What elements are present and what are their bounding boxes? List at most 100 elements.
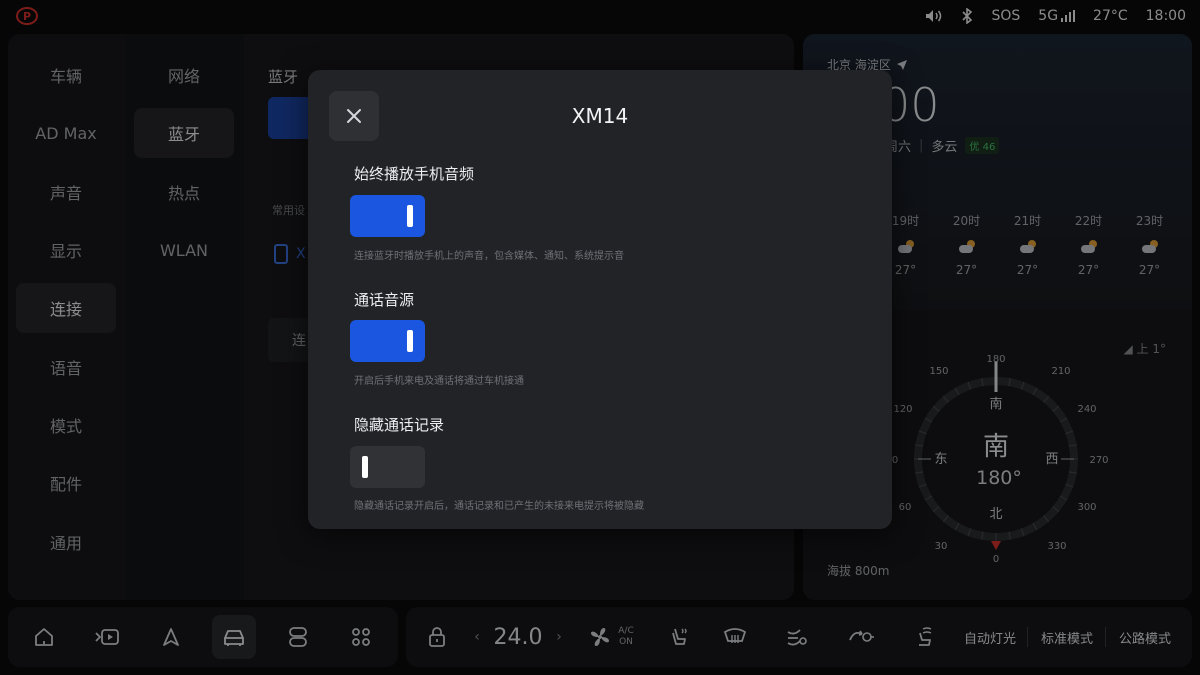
hourly-forecast: 19时 27° 20时 27° 21时 27° 22时 27° 23时 27° [875, 212, 1192, 277]
car-icon [224, 630, 244, 646]
seat-heat-icon [672, 628, 687, 645]
seat-vent-button[interactable] [908, 607, 938, 667]
compass-direction: 南 [983, 432, 1009, 462]
settings-nav: 车辆 AD Max 声音 显示 连接 语音 模式 配件 通用 [8, 34, 126, 600]
vehicle-button[interactable] [212, 615, 256, 659]
recirculation-icon [849, 630, 874, 642]
status-bar: P SOS 5G 27°C 18:00 [0, 0, 1200, 32]
compass-tick-label: 180 [986, 354, 1005, 365]
compass-tick-label: 150 [929, 366, 948, 377]
seat-vent-icon [919, 627, 932, 646]
navigation-button[interactable] [149, 615, 193, 659]
ac-label: A/C [618, 626, 634, 636]
apps-grid-icon [352, 628, 370, 646]
hour-forecast: 21时 27° [1013, 214, 1042, 277]
climate-bar: ‹ 24.0 › A/C ON 自动灯光 标准模式 公路模式 [406, 607, 1192, 667]
subnav-item-wlan[interactable]: WLAN [134, 225, 234, 275]
hide-call-history-toggle[interactable] [350, 446, 425, 488]
compass-tick-label: 0 [892, 455, 898, 466]
media-button[interactable] [85, 615, 129, 659]
road-mode-button[interactable]: 公路模式 [1112, 607, 1178, 667]
nav-item-ad-max[interactable]: AD Max [16, 108, 116, 158]
partly-cloudy-icon [1141, 240, 1158, 253]
partly-cloudy-icon [1019, 240, 1036, 253]
lock-icon [429, 627, 445, 647]
temp-increase-button[interactable]: › [552, 607, 566, 667]
airflow-mode-button[interactable] [782, 607, 812, 667]
media-icon [95, 629, 119, 645]
compass-tick-label: 300 [1077, 502, 1096, 513]
setting-description: 隐藏通话记录开启后，通话记录和已产生的未接来电提示将被隐藏 [354, 501, 644, 512]
divider [1105, 627, 1106, 647]
network-label: 5G [1038, 8, 1059, 24]
volume-icon[interactable] [925, 9, 943, 23]
clock: 18:00 [1145, 8, 1186, 24]
recirculation-button[interactable] [846, 607, 876, 667]
front-defrost-button[interactable] [720, 607, 750, 667]
subnav-item-network[interactable]: 网络 [134, 50, 234, 100]
nav-item-general[interactable]: 通用 [16, 517, 116, 567]
temp-decrease-button[interactable]: ‹ [470, 607, 484, 667]
nav-item-voice[interactable]: 语音 [16, 342, 116, 392]
ac-button[interactable]: A/C ON [586, 607, 636, 667]
toggle-knob [362, 456, 368, 478]
partly-cloudy-icon [958, 240, 975, 253]
network-indicator: 5G [1038, 8, 1076, 24]
setting-label: 隐藏通话记录 [354, 416, 445, 434]
compass-tick-label: 0 [993, 554, 999, 565]
compass-tick-label: 60 [899, 502, 912, 513]
nav-item-connection[interactable]: 连接 [16, 283, 116, 333]
apps-button[interactable] [339, 615, 383, 659]
nav-item-display[interactable]: 显示 [16, 225, 116, 275]
hour-forecast: 22时 27° [1074, 214, 1103, 277]
home-icon [35, 628, 53, 646]
parking-brake-icon: P [16, 7, 38, 25]
phone-icon [274, 244, 288, 264]
compass-heading: 180° [976, 467, 1022, 489]
lock-button[interactable] [424, 607, 450, 667]
compass-cardinal-west: 西 [1045, 452, 1058, 467]
compass-tick-label: 270 [1089, 455, 1108, 466]
divider [1027, 627, 1028, 647]
home-button[interactable] [22, 615, 66, 659]
device-settings-dialog: XM14 始终播放手机音频 连接蓝牙时播放手机上的声音，包含媒体、通知、系统提示… [308, 70, 892, 529]
seat-heat-button[interactable] [664, 607, 694, 667]
airflow-icon [787, 629, 807, 646]
call-audio-source-toggle[interactable] [350, 320, 425, 362]
compass-tick-label: 30 [935, 541, 948, 552]
toggle-knob [407, 330, 413, 352]
location-arrow-icon [896, 59, 907, 70]
navigation-icon [163, 628, 179, 646]
device-name[interactable]: X [296, 246, 306, 262]
common-devices-label: 常用设 [272, 204, 305, 217]
compass-cardinal-south: 南 [989, 396, 1002, 412]
setting-label: 始终播放手机音频 [354, 165, 475, 183]
subnav-item-bluetooth[interactable]: 蓝牙 [134, 108, 234, 158]
controls-button[interactable] [276, 615, 320, 659]
nav-item-sound[interactable]: 声音 [16, 167, 116, 217]
standard-mode-button[interactable]: 标准模式 [1034, 607, 1100, 667]
partly-cloudy-icon [897, 240, 914, 253]
sos-button[interactable]: SOS [991, 8, 1020, 24]
partly-cloudy-icon [1080, 240, 1097, 253]
dialog-title: XM14 [571, 104, 629, 128]
compass-cardinal-east: 东 [934, 452, 947, 467]
north-marker-icon [991, 541, 1001, 550]
always-play-phone-audio-toggle[interactable] [350, 195, 425, 237]
condition-label: 多云 [931, 140, 958, 155]
temperature-value: 24.0 [493, 624, 543, 650]
compass-tick-label: 330 [1047, 541, 1066, 552]
bluetooth-title: 蓝牙 [268, 68, 299, 86]
aqi-badge: 优 46 [965, 137, 1000, 154]
compass-cardinal-north: 北 [989, 507, 1002, 522]
signal-icon [1061, 10, 1076, 22]
nav-item-vehicle[interactable]: 车辆 [16, 50, 116, 100]
auto-lights-button[interactable]: 自动灯光 [958, 607, 1022, 667]
hour-forecast: 23时 27° [1135, 214, 1164, 277]
subnav-item-hotspot[interactable]: 热点 [134, 167, 234, 217]
app-dock [8, 607, 398, 667]
compass-tick-label: 240 [1077, 404, 1096, 415]
nav-item-accessories[interactable]: 配件 [16, 458, 116, 508]
bluetooth-icon[interactable] [961, 8, 973, 24]
nav-item-mode[interactable]: 模式 [16, 400, 116, 450]
